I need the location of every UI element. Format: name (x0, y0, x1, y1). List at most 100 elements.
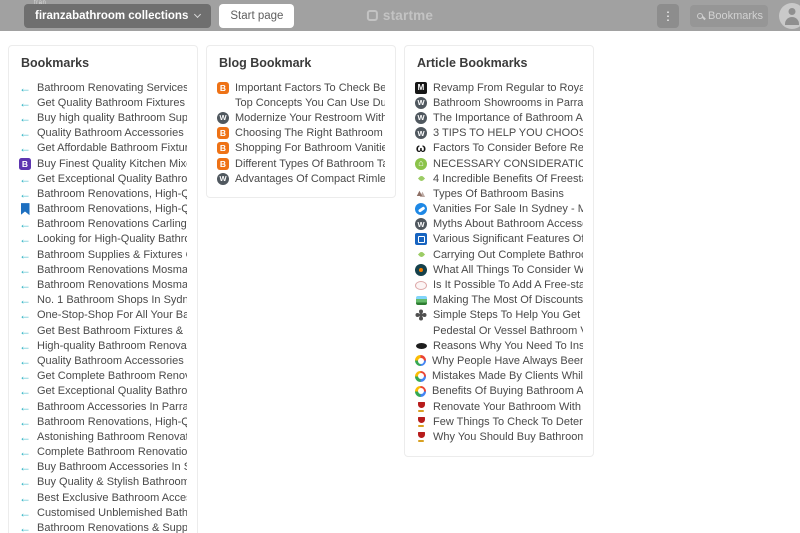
bookmark-label: Shopping For Bathroom Vanities I... (235, 142, 385, 155)
bookmark-link[interactable]: Bathroom Renovations Mosman | ... (19, 262, 187, 277)
chevron-down-icon (194, 10, 202, 18)
bookmark-link[interactable]: 3 TIPS TO HELP YOU CHOOSE THE ... (415, 126, 583, 141)
bookmark-link[interactable]: Bathroom Supplies & Fixtures Gra... (19, 247, 187, 262)
bookmark-label: Bathroom Renovations Carlingfor... (37, 218, 187, 231)
bookmark-link[interactable]: Bathroom Renovations, High-Qual... (19, 202, 187, 217)
bookmark-link[interactable]: Simple Steps To Help You Get The ... (415, 308, 583, 323)
bookmark-label: Get Exceptional Quality Bathroom ... (37, 172, 187, 185)
bookmark-link[interactable]: Factors To Consider Before Renov... (415, 141, 583, 156)
bookmark-link[interactable]: Bathroom Renovations, High-Qual... (19, 186, 187, 201)
bookmark-link[interactable]: Few Things To Check To Determin... (415, 414, 583, 429)
collection-selector[interactable]: firanzabathroom collections (24, 3, 212, 28)
bookmark-label: Quality Bathroom Accessories Fro... (37, 354, 187, 367)
bookmark-link[interactable]: Myths About Bathroom Accessories (415, 217, 583, 232)
bookmark-link[interactable]: Quality Bathroom Accessories Fro... (19, 126, 187, 141)
bookmark-link[interactable]: Why People Have Always Been Will... (415, 353, 583, 368)
bookmark-label: Is It Possible To Add A Free-standi... (433, 279, 583, 292)
bookmark-label: Vanities For Sale In Sydney - Make ... (433, 203, 583, 216)
arrow-icon (19, 340, 31, 352)
bookmark-link[interactable]: Looking for High-Quality Bathroo... (19, 232, 187, 247)
bookmark-link[interactable]: High-quality Bathroom Renovation... (19, 338, 187, 353)
bookmark-link[interactable]: Important Factors To Check Befor... (217, 80, 385, 95)
bookmark-link[interactable]: No. 1 Bathroom Shops In Sydney (19, 293, 187, 308)
bookmark-link[interactable]: Astonishing Bathroom Renovation... (19, 429, 187, 444)
bookmark-label: Buy Finest Quality Kitchen Mixer T... (37, 157, 187, 170)
bookmark-link[interactable]: Vanities For Sale In Sydney - Make ... (415, 202, 583, 217)
bookmark-label: Types Of Bathroom Basins (433, 187, 564, 200)
bookmark-link[interactable]: Buy Quality & Stylish Bathroom Ba... (19, 475, 187, 490)
bookmark-label: Important Factors To Check Befor... (235, 81, 385, 94)
bookmark-link[interactable]: NECESSARY CONSIDERATIONS BEF... (415, 156, 583, 171)
wordpress-icon (415, 96, 427, 109)
bookmark-link[interactable]: Advantages Of Compact Rimless T... (217, 171, 385, 186)
bookmark-label: Bathroom Renovations Mosman | ... (37, 263, 187, 276)
bookmark-link[interactable]: Carrying Out Complete Bathroom ... (415, 247, 583, 262)
blogger-icon (217, 142, 229, 155)
bookmark-link[interactable]: Buy high quality Bathroom Suppli... (19, 110, 187, 125)
bookmark-link[interactable]: Complete Bathroom Renovations I... (19, 445, 187, 460)
bookmark-label: Revamp From Regular to Royal Wit... (433, 81, 583, 94)
bookmark-link[interactable]: Reasons Why You Need To Install ... (415, 338, 583, 353)
bookmark-link[interactable]: Get Exceptional Quality Bathroom ... (19, 171, 187, 186)
bookmark-link[interactable]: Get Quality Bathroom Fixtures in A... (19, 95, 187, 110)
arrow-icon (19, 142, 31, 154)
bookmark-label: Different Types Of Bathroom Tapw... (235, 157, 385, 170)
bookmark-widget: Blog Bookmark Important Factors To Check… (206, 45, 396, 199)
bookmark-link[interactable]: What All Things To Consider While ... (415, 262, 583, 277)
bookmark-link[interactable]: Bathroom Renovations, High-Qual... (19, 414, 187, 429)
search-box[interactable]: Bookmarks (690, 4, 768, 27)
blogger-icon (217, 127, 229, 140)
bookmark-link[interactable]: Buy Finest Quality Kitchen Mixer T... (19, 156, 187, 171)
bookmark-link[interactable]: Choosing The Right Bathroom Bas... (217, 126, 385, 141)
bookmark-link[interactable]: Bathroom Renovations & Supplies ... (19, 520, 187, 533)
bookmark-link[interactable]: Pedestal Or Vessel Bathroom Vanit... (415, 323, 583, 338)
bookmark-link[interactable]: Various Significant Features Of Bat... (415, 232, 583, 247)
arrow-icon (19, 476, 31, 488)
bookmark-link[interactable]: Get Exceptional Quality Bathroom ... (19, 384, 187, 399)
bookmark-link[interactable]: Making The Most Of Discounts On... (415, 293, 583, 308)
bookmark-link[interactable]: Best Exclusive Bathroom Accessori... (19, 490, 187, 505)
no-icon (217, 97, 229, 109)
person-icon (779, 3, 800, 29)
bookmark-list: Important Factors To Check Befor... Top … (217, 80, 385, 186)
bookmark-label: Bathroom Renovations, High-Qual... (37, 187, 187, 200)
bookmark-link[interactable]: Benefits Of Buying Bathroom Acce... (415, 384, 583, 399)
bookmark-link[interactable]: Bathroom Renovations Carlingfor... (19, 217, 187, 232)
bookmark-link[interactable]: Different Types Of Bathroom Tapw... (217, 156, 385, 171)
header-right-cluster: ⋮ Bookmarks (657, 2, 800, 29)
arrow-icon (19, 507, 31, 519)
bookmark-link[interactable]: Quality Bathroom Accessories Fro... (19, 353, 187, 368)
bookmark-link[interactable]: The Importance of Bathroom Acce... (415, 110, 583, 125)
bookmark-link[interactable]: Bathroom Showrooms in Parrama... (415, 95, 583, 110)
bookmark-link[interactable]: Types Of Bathroom Basins (415, 186, 583, 201)
bookmark-link[interactable]: Get Affordable Bathroom Fixtures ... (19, 141, 187, 156)
bookmark-link[interactable]: Modernize Your Restroom With De... (217, 110, 385, 125)
kebab-menu-button[interactable]: ⋮ (657, 3, 679, 28)
bookmark-link[interactable]: One-Stop-Shop For All Your Bathro... (19, 308, 187, 323)
bookmark-link[interactable]: Top Concepts You Can Use During ... (217, 95, 385, 110)
mountain-icon (415, 188, 427, 200)
bookmark-link[interactable]: Is It Possible To Add A Free-standi... (415, 277, 583, 292)
bookmark-link[interactable]: Why You Should Buy Bathroom Va... (415, 429, 583, 444)
bookmark-link[interactable]: 4 Incredible Benefits Of Freestandi... (415, 171, 583, 186)
bookmark-link[interactable]: Mistakes Made By Clients While Se... (415, 369, 583, 384)
bookmark-label: Complete Bathroom Renovations I... (37, 446, 187, 459)
bookmark-link[interactable]: Get Complete Bathroom Renovati... (19, 369, 187, 384)
avatar-button[interactable] (779, 2, 800, 29)
start-page-button[interactable]: Start page (219, 3, 295, 28)
bookmark-link[interactable]: Revamp From Regular to Royal Wit... (415, 80, 583, 95)
bookmark-label: Bathroom Renovating Services in ... (37, 81, 187, 94)
bookmark-link[interactable]: Bathroom Renovations Mosman | ... (19, 277, 187, 292)
bookmark-link[interactable]: Get Best Bathroom Fixtures & Ren... (19, 323, 187, 338)
bookmark-link[interactable]: Bathroom Accessories In Parrama... (19, 399, 187, 414)
bookmark-link[interactable]: Bathroom Renovating Services in ... (19, 80, 187, 95)
arrow-icon (19, 446, 31, 458)
bookmark-link[interactable]: Shopping For Bathroom Vanities I... (217, 141, 385, 156)
bookmark-link[interactable]: Customised Unblemished Bathroo... (19, 505, 187, 520)
appsq-icon (415, 233, 427, 246)
bookmark-label: Best Exclusive Bathroom Accessori... (37, 491, 187, 504)
bookmark-link[interactable]: Renovate Your Bathroom With Bac... (415, 399, 583, 414)
bookmark-link[interactable]: Buy Bathroom Accessories In Sydn... (19, 460, 187, 475)
arrow-icon (19, 522, 31, 533)
bookmark-label: Renovate Your Bathroom With Bac... (433, 400, 583, 413)
